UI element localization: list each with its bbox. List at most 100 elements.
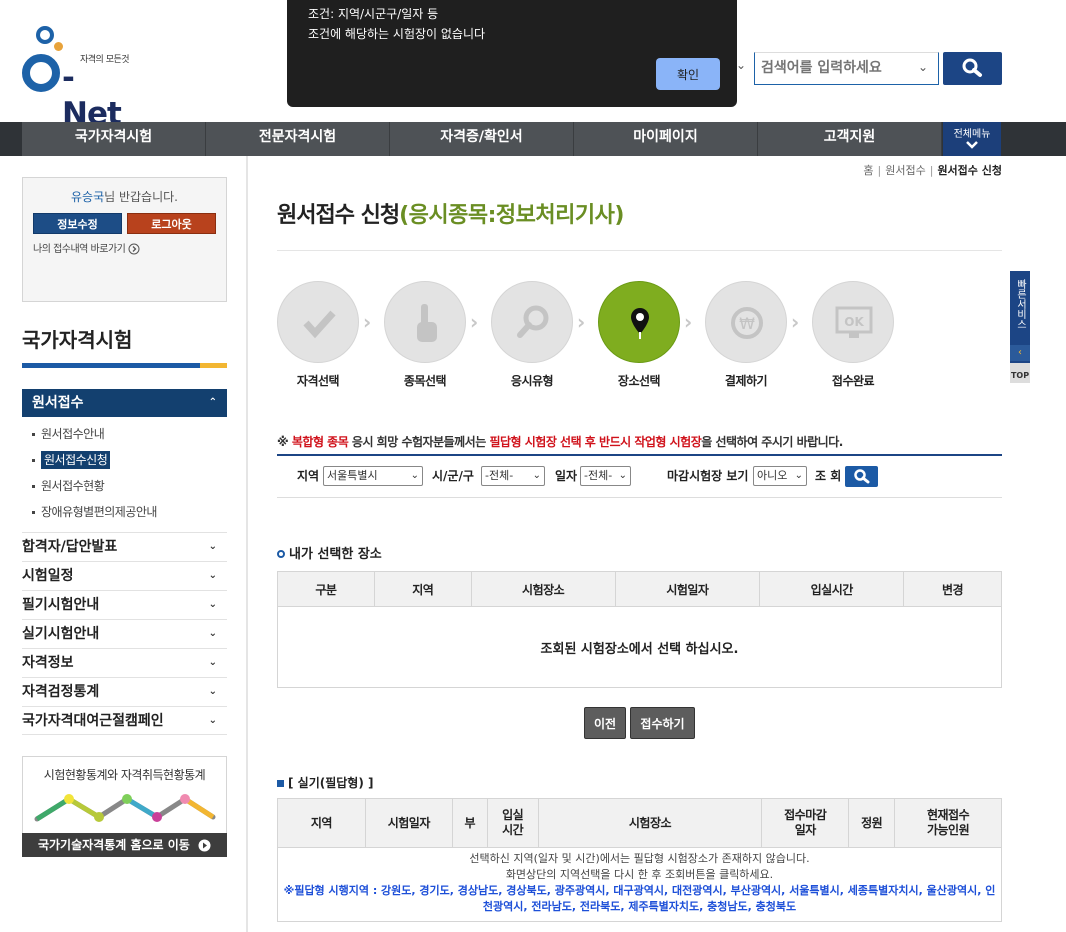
query-label: 조 회 xyxy=(815,469,842,483)
won-coin-icon: ₩ xyxy=(731,307,763,339)
statistics-banner-title: 시험현황통계와 자격취득현황통계 xyxy=(43,768,206,782)
previous-button[interactable]: 이전 xyxy=(584,707,626,739)
breadcrumb-home[interactable]: 홈 xyxy=(863,164,873,177)
sidebar-item-qualification-info[interactable]: 자격정보 ⌄ xyxy=(22,648,227,677)
column-header: 정원 xyxy=(848,798,896,848)
column-header: 입실 시간 xyxy=(486,798,539,848)
date-label: 일자 xyxy=(555,469,578,483)
sub-item-apply[interactable]: 원서접수신청 xyxy=(32,451,111,469)
message-line: 선택하신 지역(일자 및 시간)에서는 필답형 시험장소가 존재하지 않습니다. xyxy=(469,852,810,865)
step-arrow-icon: › xyxy=(363,310,372,334)
breadcrumb-level1[interactable]: 원서접수 xyxy=(885,164,925,177)
my-applications-link[interactable]: 나의 접수내역 바로가기 xyxy=(33,240,140,255)
sidebar-item-campaign[interactable]: 국가자격대여근절캠페인 ⌄ xyxy=(22,706,227,735)
alert-dialog: 조건: 지역/시군구/일자 등 조건에 해당하는 시험장이 없습니다 확인 xyxy=(287,0,737,107)
sidebar-item-written-exam[interactable]: 필기시험안내 ⌄ xyxy=(22,590,227,619)
district-select-value: -전체- xyxy=(485,469,514,482)
chevron-down-icon[interactable]: ⌄ xyxy=(918,60,928,74)
qnet-logo[interactable]: 자격의 모든것 -Net xyxy=(22,24,132,132)
step-label: 장소선택 xyxy=(617,374,661,388)
statistics-banner[interactable]: 시험현황통계와 자격취득현황통계 국가기술자격통계 홈으로 이동 xyxy=(22,756,227,857)
logout-button[interactable]: 로그아웃 xyxy=(127,213,216,234)
breadcrumb: 홈 | 원서접수 | 원서접수 신청 xyxy=(863,162,1002,178)
sidebar-title: 국가자격시험 xyxy=(22,328,133,352)
edit-info-button[interactable]: 정보수정 xyxy=(33,213,122,234)
checkmark-icon xyxy=(303,310,336,339)
selected-place-title-text: 내가 선택한 장소 xyxy=(289,547,382,562)
search-category-chevron-icon[interactable]: ⌄ xyxy=(736,58,746,72)
date-select[interactable]: -전체- ⌄ xyxy=(580,466,631,486)
step-payment: ₩ xyxy=(705,281,787,363)
chevron-up-icon: ⌃ xyxy=(208,397,217,408)
breadcrumb-separator: | xyxy=(929,164,934,177)
quick-service-panel[interactable]: 빠른서비스 ‹ xyxy=(1010,271,1030,363)
column-header: 지역 xyxy=(373,571,472,607)
step-item xyxy=(384,281,466,363)
sub-item-accessibility[interactable]: 장애유형별편의제공안내 xyxy=(32,503,157,520)
arrow-circle-icon xyxy=(128,243,140,255)
practical-section-title: [ 실기(필답형) ] xyxy=(277,774,374,791)
hand-pointer-icon xyxy=(417,304,437,342)
sidebar-item-results[interactable]: 합격자/답안발표 ⌄ xyxy=(22,532,227,561)
alert-ok-button[interactable]: 확인 xyxy=(656,58,720,90)
region-select[interactable]: 서울특별시 ⌄ xyxy=(323,466,423,486)
sidebar-item-practical-exam[interactable]: 실기시험안내 ⌄ xyxy=(22,619,227,648)
sidebar-item-label: 시험일정 xyxy=(22,568,74,584)
search-field[interactable]: ⌄ xyxy=(754,52,939,85)
arrow-circle-icon xyxy=(198,839,211,852)
column-header: 접수마감 일자 xyxy=(761,798,850,848)
gnb-certificates[interactable]: 자격증/확인서 xyxy=(390,122,574,156)
search-icon xyxy=(854,469,870,484)
filter-top-border xyxy=(277,454,1002,456)
empty-message: 조회된 시험장소에서 선택 하십시오. xyxy=(277,606,1002,688)
step-label: 응시유형 xyxy=(510,374,554,388)
scroll-top-button[interactable]: TOP xyxy=(1010,363,1030,383)
step-type xyxy=(491,281,573,363)
sidebar-item-application[interactable]: 원서접수 ⌃ xyxy=(22,389,227,417)
user-name: 유승국 xyxy=(71,190,105,204)
page-title: 원서접수 신청(응시종목:정보처리기사) xyxy=(277,197,624,229)
closed-venue-select[interactable]: 아니오 ⌄ xyxy=(753,466,807,486)
breadcrumb-current: 원서접수 신청 xyxy=(937,164,1002,177)
chevron-down-icon: ⌄ xyxy=(208,715,217,726)
step-complete: OK xyxy=(812,281,894,363)
monitor-ok-icon: OK xyxy=(835,306,873,338)
alert-line-2: 조건에 해당하는 시험장이 없습니다 xyxy=(308,27,486,41)
query-button[interactable] xyxy=(845,466,878,487)
gnb-national-exam[interactable]: 국가자격시험 xyxy=(22,122,206,156)
sidebar-item-label: 자격정보 xyxy=(22,655,74,671)
gnb-professional-exam[interactable]: 전문자격시험 xyxy=(206,122,390,156)
gnb-support[interactable]: 고객지원 xyxy=(758,122,942,156)
notice-highlight: 복합형 종목 xyxy=(291,435,349,449)
column-header: 시험장소 xyxy=(537,798,763,848)
submit-application-button[interactable]: 접수하기 xyxy=(630,707,695,739)
gnb-mypage[interactable]: 마이페이지 xyxy=(574,122,758,156)
statistics-home-link[interactable]: 국가기술자격통계 홈으로 이동 xyxy=(22,833,227,857)
all-menu-button[interactable]: 전체메뉴 xyxy=(943,122,1001,156)
chevron-down-icon: ⌄ xyxy=(208,570,217,581)
message-line: 화면상단의 지역선택을 다시 한 후 조회버튼을 클릭하세요. xyxy=(505,868,774,881)
location-pin-icon xyxy=(631,308,649,339)
chevron-down-icon: ⌄ xyxy=(532,470,541,481)
search-button[interactable] xyxy=(943,52,1002,85)
chevron-left-icon[interactable]: ‹ xyxy=(1010,345,1030,361)
sidebar-item-schedule[interactable]: 시험일정 ⌄ xyxy=(22,561,227,590)
step-qualification xyxy=(277,281,359,363)
sidebar-item-statistics[interactable]: 자격검정통계 ⌄ xyxy=(22,677,227,706)
sub-item-status[interactable]: 원서접수현황 xyxy=(32,477,105,494)
svg-text:₩: ₩ xyxy=(739,314,755,333)
top-label: TOP xyxy=(1010,371,1030,380)
chevron-down-icon: ⌄ xyxy=(410,470,419,481)
search-input[interactable] xyxy=(755,53,905,83)
filter-bottom-border xyxy=(277,497,1002,498)
chevron-down-icon: ⌄ xyxy=(618,470,627,481)
sub-item-guide[interactable]: 원서접수안내 xyxy=(32,425,105,442)
sidebar-item-label: 합격자/답안발표 xyxy=(22,539,118,555)
search-icon xyxy=(962,58,982,77)
sidebar-item-label: 필기시험안내 xyxy=(22,597,100,613)
svg-text:OK: OK xyxy=(844,315,864,329)
statistics-graph-icon xyxy=(34,794,216,822)
district-select[interactable]: -전체- ⌄ xyxy=(481,466,545,486)
sidebar-divider xyxy=(246,156,248,932)
notice-text-part: 을 선택하여 주시기 바랍니다. xyxy=(701,435,843,449)
